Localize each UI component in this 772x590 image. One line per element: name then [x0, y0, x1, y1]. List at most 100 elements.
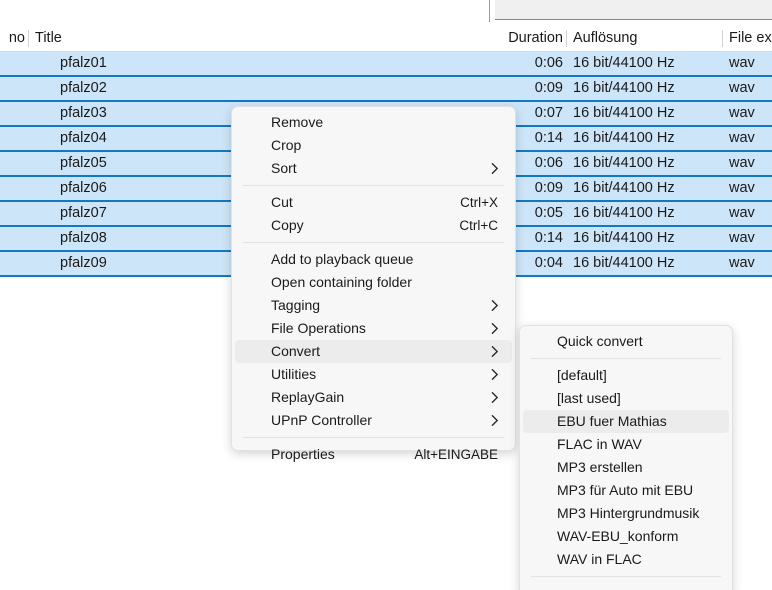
menu-item-wav-in-flac[interactable]: WAV in FLAC [523, 548, 729, 571]
column-header-file-extension[interactable]: File ex [722, 26, 772, 51]
menu-item-utilities[interactable]: Utilities [235, 363, 512, 386]
cell-track-number [0, 252, 28, 275]
cell-resolution: 16 bit/44100 Hz [573, 205, 675, 221]
menu-item-file-operations[interactable]: File Operations [235, 317, 512, 340]
menu-item-label: [last used] [557, 390, 621, 406]
menu-item-label: Properties [271, 446, 335, 462]
menu-item-ebu-fuer-mathias[interactable]: EBU fuer Mathias [523, 410, 729, 433]
menu-item-label: Sort [271, 160, 297, 176]
cell-file-extension: wav [729, 180, 755, 196]
menu-item-label: Utilities [271, 366, 317, 382]
chevron-right-icon [491, 409, 501, 432]
convert-submenu[interactable]: Quick convert [default] [last used] EBU fue… [519, 325, 733, 590]
menu-item-shortcut: Alt+EINGABE [414, 447, 498, 462]
menu-separator [243, 242, 504, 243]
toolbar-strip [0, 0, 772, 26]
menu-item-default[interactable]: [default] [523, 364, 729, 387]
column-header-title[interactable]: Title [28, 26, 566, 51]
cell-duration: 0:06 [534, 55, 563, 71]
menu-item-label: MP3 erstellen [557, 459, 643, 475]
menu-item-crop[interactable]: Crop [235, 134, 512, 157]
menu-item-label: EBU fuer Mathias [557, 413, 667, 429]
menu-item-convert[interactable]: Convert [235, 340, 512, 363]
table-row[interactable]: pfalz01 0:06 16 bit/44100 Hz wav [0, 52, 772, 77]
menu-item-flac-in-wav[interactable]: FLAC in WAV [523, 433, 729, 456]
menu-item-quick-convert[interactable]: Quick convert [523, 330, 729, 353]
context-menu[interactable]: Remove Crop Sort Cut Ctrl+X Copy Ctrl+C Add to … [231, 106, 516, 462]
menu-item-mp3-erstellen[interactable]: MP3 erstellen [523, 456, 729, 479]
cell-resolution: 16 bit/44100 Hz [573, 155, 675, 171]
menu-item-cut[interactable]: Cut Ctrl+X [235, 191, 512, 214]
cell-file-extension: wav [729, 230, 755, 246]
menu-item-label: FLAC in WAV [557, 436, 642, 452]
cell-track-number [0, 227, 28, 250]
cell-resolution: 16 bit/44100 Hz [573, 130, 675, 146]
cell-track-number [0, 127, 28, 150]
menu-item-label: File Operations [271, 320, 366, 336]
menu-item-replaygain[interactable]: ReplayGain [235, 386, 512, 409]
cell-resolution: 16 bit/44100 Hz [573, 255, 675, 271]
menu-item-label: Quick convert [557, 333, 643, 349]
menu-item-tagging[interactable]: Tagging [235, 294, 512, 317]
app-window: no Title Duration Auflösung File ex pfal… [0, 0, 772, 590]
cell-track-number [0, 52, 28, 75]
chevron-right-icon [491, 157, 501, 180]
menu-item-label: ReplayGain [271, 389, 345, 405]
menu-item-label: MP3 Hintergrundmusik [557, 505, 700, 521]
cell-track-number [0, 102, 28, 125]
menu-item-[interactable]: ... [523, 582, 729, 590]
menu-item-label: Remove [271, 114, 324, 130]
table-row[interactable]: pfalz02 0:09 16 bit/44100 Hz wav [0, 77, 772, 102]
cell-resolution: 16 bit/44100 Hz [573, 180, 675, 196]
chevron-right-icon [491, 386, 501, 409]
column-header-duration[interactable]: Duration [490, 26, 566, 51]
cell-file-extension: wav [729, 155, 755, 171]
menu-item-label: Open containing folder [271, 274, 412, 290]
column-header-no[interactable]: no [0, 26, 28, 51]
menu-item-shortcut: Ctrl+X [460, 195, 498, 210]
menu-item-add-to-playback-queue[interactable]: Add to playback queue [235, 248, 512, 271]
cell-track-number [0, 77, 28, 100]
menu-item-remove[interactable]: Remove [235, 111, 512, 134]
chevron-right-icon [491, 294, 501, 317]
menu-item-label: MP3 für Auto mit EBU [557, 482, 694, 498]
cell-file-extension: wav [729, 205, 755, 221]
menu-item-label: WAV in FLAC [557, 551, 642, 567]
column-header-resolution[interactable]: Auflösung [566, 26, 722, 51]
cell-file-extension: wav [729, 105, 755, 121]
cell-resolution: 16 bit/44100 Hz [573, 55, 675, 71]
cell-file-extension: wav [729, 130, 755, 146]
menu-item-label: Cut [271, 194, 293, 210]
menu-item-last-used[interactable]: [last used] [523, 387, 729, 410]
menu-separator [243, 437, 504, 438]
chevron-right-icon [491, 340, 501, 363]
cell-duration: 0:09 [534, 80, 563, 96]
menu-item-upnp-controller[interactable]: UPnP Controller [235, 409, 512, 432]
menu-item-properties[interactable]: Properties Alt+EINGABE [235, 443, 512, 466]
cell-file-extension: wav [729, 80, 755, 96]
menu-item-open-containing-folder[interactable]: Open containing folder [235, 271, 512, 294]
menu-item-wav-ebu-konform[interactable]: WAV-EBU_konform [523, 525, 729, 548]
menu-item-sort[interactable]: Sort [235, 157, 512, 180]
cell-track-number [0, 202, 28, 225]
cell-file-extension: wav [729, 255, 755, 271]
chevron-right-icon [491, 317, 501, 340]
menu-item-label: [default] [557, 367, 607, 383]
cell-resolution: 16 bit/44100 Hz [573, 230, 675, 246]
table-header-row: no Title Duration Auflösung File ex [0, 26, 772, 52]
cell-resolution: 16 bit/44100 Hz [573, 80, 675, 96]
menu-item-label: Tagging [271, 297, 321, 313]
menu-item-copy[interactable]: Copy Ctrl+C [235, 214, 512, 237]
menu-item-mp3-für-auto-mit-ebu[interactable]: MP3 für Auto mit EBU [523, 479, 729, 502]
menu-item-label: Crop [271, 137, 302, 153]
menu-item-mp3-hintergrundmusik[interactable]: MP3 Hintergrundmusik [523, 502, 729, 525]
cell-title: pfalz02 [60, 80, 107, 96]
menu-separator [531, 358, 721, 359]
menu-separator [531, 576, 721, 577]
cell-track-number [0, 152, 28, 175]
search-input[interactable] [495, 0, 772, 20]
menu-item-label: UPnP Controller [271, 412, 372, 428]
cell-resolution: 16 bit/44100 Hz [573, 105, 675, 121]
toolbar-separator [489, 0, 490, 22]
menu-separator [243, 185, 504, 186]
